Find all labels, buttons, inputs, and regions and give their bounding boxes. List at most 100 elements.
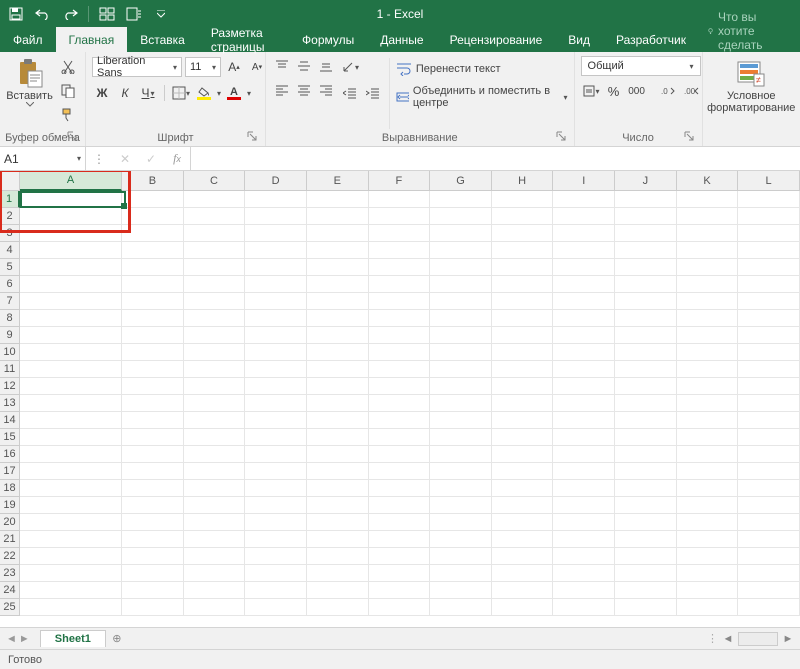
- cell[interactable]: [369, 599, 431, 616]
- cell[interactable]: [369, 446, 431, 463]
- cell[interactable]: [677, 310, 739, 327]
- cell[interactable]: [492, 208, 554, 225]
- row-header-14[interactable]: 14: [0, 412, 20, 429]
- cell[interactable]: [184, 310, 246, 327]
- cell[interactable]: [615, 599, 677, 616]
- cell[interactable]: [615, 480, 677, 497]
- cell[interactable]: [677, 497, 739, 514]
- cell[interactable]: [184, 259, 246, 276]
- cell[interactable]: [369, 480, 431, 497]
- cell[interactable]: [307, 395, 369, 412]
- cell[interactable]: [307, 310, 369, 327]
- cell[interactable]: [738, 395, 800, 412]
- cell[interactable]: [122, 412, 184, 429]
- cell[interactable]: [20, 599, 122, 616]
- cell[interactable]: [369, 361, 431, 378]
- cell[interactable]: [430, 276, 492, 293]
- row-header-25[interactable]: 25: [0, 599, 20, 616]
- undo-icon[interactable]: [31, 2, 55, 26]
- cell[interactable]: [20, 412, 122, 429]
- cell[interactable]: [369, 429, 431, 446]
- cell[interactable]: [369, 310, 431, 327]
- cell[interactable]: [307, 429, 369, 446]
- cell[interactable]: [369, 208, 431, 225]
- align-middle-button[interactable]: [294, 56, 314, 76]
- cell[interactable]: [492, 412, 554, 429]
- cell[interactable]: [553, 225, 615, 242]
- cell[interactable]: [492, 276, 554, 293]
- row-header-13[interactable]: 13: [0, 395, 20, 412]
- sheet-nav-next-icon[interactable]: ►: [19, 633, 30, 645]
- column-header-B[interactable]: B: [122, 171, 184, 191]
- cell[interactable]: [307, 225, 369, 242]
- cell[interactable]: [245, 514, 307, 531]
- cell[interactable]: [184, 361, 246, 378]
- cell[interactable]: [245, 310, 307, 327]
- cell[interactable]: [738, 310, 800, 327]
- hscroll-track[interactable]: [738, 632, 778, 646]
- cell[interactable]: [553, 208, 615, 225]
- cell[interactable]: [553, 412, 615, 429]
- cell[interactable]: [20, 565, 122, 582]
- cell[interactable]: [369, 412, 431, 429]
- font-color-button[interactable]: A: [224, 83, 244, 103]
- accounting-format-button[interactable]: ▾: [581, 81, 601, 101]
- cell[interactable]: [245, 242, 307, 259]
- row-header-19[interactable]: 19: [0, 497, 20, 514]
- cell[interactable]: [184, 344, 246, 361]
- cell[interactable]: [184, 582, 246, 599]
- cell[interactable]: [20, 514, 122, 531]
- align-left-button[interactable]: [272, 80, 292, 100]
- cell[interactable]: [20, 310, 122, 327]
- cell[interactable]: [122, 276, 184, 293]
- increase-indent-button[interactable]: [363, 83, 383, 103]
- cell[interactable]: [184, 548, 246, 565]
- tell-me-search[interactable]: Что вы хотите сделать: [699, 10, 800, 52]
- cell[interactable]: [307, 548, 369, 565]
- cell[interactable]: [430, 191, 492, 208]
- cell[interactable]: [553, 310, 615, 327]
- cell[interactable]: [369, 191, 431, 208]
- cell[interactable]: [184, 208, 246, 225]
- comma-style-button[interactable]: 000: [627, 81, 647, 101]
- cell[interactable]: [492, 480, 554, 497]
- cell[interactable]: [245, 276, 307, 293]
- cell[interactable]: [430, 344, 492, 361]
- cell[interactable]: [430, 225, 492, 242]
- cell[interactable]: [307, 531, 369, 548]
- cell[interactable]: [245, 531, 307, 548]
- cell[interactable]: [245, 225, 307, 242]
- orientation-button[interactable]: ▾: [340, 57, 360, 77]
- cell[interactable]: [615, 497, 677, 514]
- cell[interactable]: [677, 565, 739, 582]
- cell[interactable]: [245, 293, 307, 310]
- cell[interactable]: [369, 531, 431, 548]
- cell[interactable]: [492, 293, 554, 310]
- cell[interactable]: [677, 429, 739, 446]
- cell[interactable]: [677, 514, 739, 531]
- cell[interactable]: [615, 548, 677, 565]
- cell[interactable]: [307, 565, 369, 582]
- cell[interactable]: [553, 242, 615, 259]
- cell[interactable]: [615, 191, 677, 208]
- cell[interactable]: [369, 259, 431, 276]
- cell[interactable]: [122, 344, 184, 361]
- cell[interactable]: [430, 548, 492, 565]
- cell[interactable]: [430, 599, 492, 616]
- cell[interactable]: [369, 378, 431, 395]
- cell[interactable]: [369, 514, 431, 531]
- cell[interactable]: [20, 463, 122, 480]
- insert-function-button[interactable]: fx: [164, 147, 190, 171]
- cell[interactable]: [307, 463, 369, 480]
- cell[interactable]: [369, 242, 431, 259]
- cell[interactable]: [307, 276, 369, 293]
- cell[interactable]: [20, 548, 122, 565]
- cell[interactable]: [245, 582, 307, 599]
- cell[interactable]: [20, 327, 122, 344]
- cell[interactable]: [677, 412, 739, 429]
- cell[interactable]: [184, 191, 246, 208]
- sheet-tab-1[interactable]: Sheet1: [40, 630, 106, 647]
- cell[interactable]: [738, 344, 800, 361]
- cell[interactable]: [184, 599, 246, 616]
- cell[interactable]: [20, 259, 122, 276]
